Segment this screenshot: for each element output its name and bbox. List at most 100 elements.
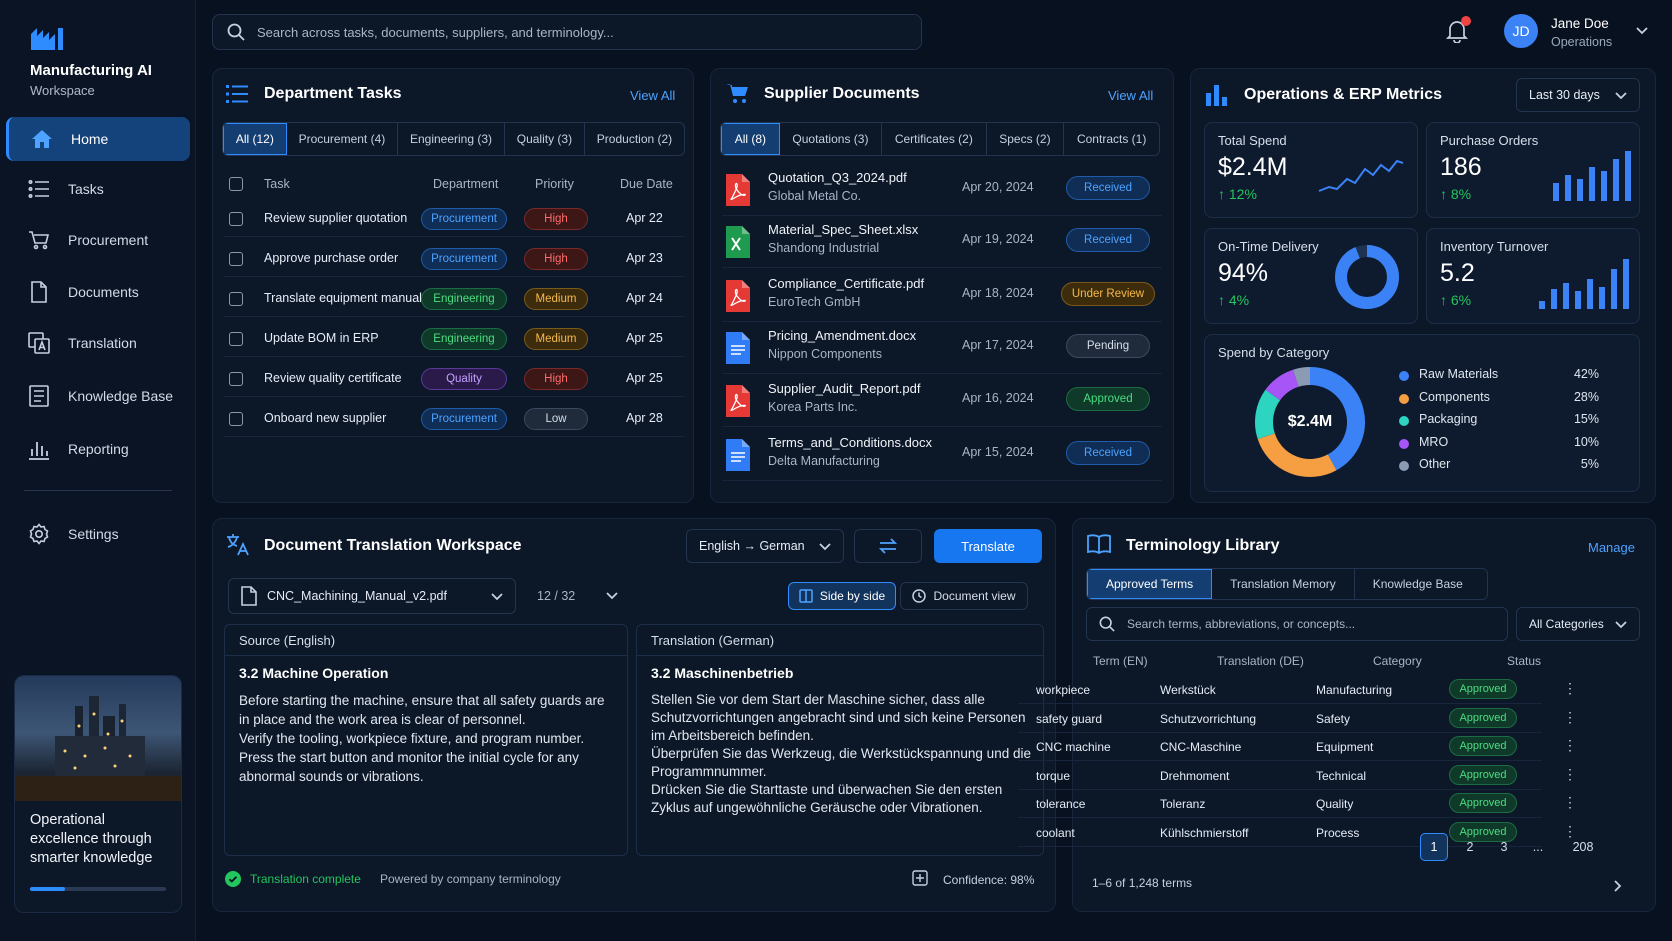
page-button-1[interactable]: 1 (1420, 833, 1448, 861)
document-name[interactable]: Material_Spec_Sheet.xlsx (768, 222, 918, 237)
page-button-3[interactable]: 3 (1490, 833, 1518, 861)
terminology-tab-1[interactable]: Translation Memory (1212, 569, 1355, 599)
page-button-2[interactable]: 2 (1456, 833, 1484, 861)
col-category: Category (1373, 654, 1422, 668)
term-category: Quality (1316, 797, 1354, 811)
document-date: Apr 19, 2024 (962, 232, 1034, 246)
terminology-tabs: Approved Terms Translation Memory Knowledg… (1086, 568, 1488, 600)
terminology-tab-2[interactable]: Knowledge Base (1355, 569, 1481, 599)
document-name[interactable]: Pricing_Amendment.docx (768, 328, 916, 343)
tasks-tab-1[interactable]: Procurement (4) (287, 123, 399, 155)
chevron-down-icon (1615, 621, 1627, 629)
term-row[interactable]: tolerance Toleranz Quality Approved ⋮ (1018, 790, 1577, 818)
page-button-[interactable]: ... (1524, 833, 1552, 861)
tasks-tab-3[interactable]: Quality (3) (505, 123, 585, 155)
pdf-file-icon (726, 174, 750, 206)
select-all-checkbox[interactable] (229, 177, 243, 191)
sidebar-item-documents[interactable]: Documents (6, 270, 190, 314)
document-name[interactable]: Quotation_Q3_2024.pdf (768, 170, 907, 185)
tasks-view-all-link[interactable]: View All (630, 88, 675, 103)
status-badge: Received (1066, 228, 1150, 252)
terminology-manage-link[interactable]: Manage (1588, 540, 1635, 555)
more-options-icon[interactable]: ⋮ (1563, 680, 1577, 697)
term-row[interactable]: torque Drehmoment Technical Approved ⋮ (1018, 762, 1577, 790)
metric-delta: ↑ 4% (1218, 292, 1250, 308)
suppliers-tab-1[interactable]: Quotations (3) (780, 123, 883, 155)
document-name[interactable]: Supplier_Audit_Report.pdf (768, 381, 921, 396)
more-options-icon[interactable]: ⋮ (1563, 737, 1577, 754)
translation-status: Translation complete (250, 872, 361, 886)
sidebar-item-label: Reporting (68, 441, 129, 457)
sidebar-item-label: Documents (68, 284, 139, 300)
status-badge: Pending (1066, 334, 1150, 358)
row-checkbox[interactable] (229, 252, 243, 266)
tasks-tab-4[interactable]: Production (2) (585, 123, 684, 155)
cart-icon (29, 231, 50, 250)
metric-label: Total Spend (1218, 133, 1287, 148)
source-text-box[interactable]: Source (English) 3.2 Machine Operation B… (224, 624, 628, 856)
more-options-icon[interactable]: ⋮ (1563, 766, 1577, 783)
row-checkbox[interactable] (229, 372, 243, 386)
promo-card: Operational excellence through smarter k… (14, 675, 182, 913)
global-search[interactable]: Search across tasks, documents, supplier… (212, 14, 922, 50)
tasks-tab-2[interactable]: Engineering (3) (398, 123, 505, 155)
term-en: workpiece (1036, 683, 1091, 697)
category-filter-value: All Categories (1529, 617, 1604, 631)
sidebar-item-translation[interactable]: Translation (6, 321, 190, 365)
term-category: Manufacturing (1316, 683, 1393, 697)
file-select[interactable]: CNC_Machining_Manual_v2.pdf (228, 578, 516, 614)
row-checkbox[interactable] (229, 212, 243, 226)
document-icon (31, 281, 47, 303)
side-by-side-toggle[interactable]: Side by side (788, 582, 896, 610)
suppliers-tab-0[interactable]: All (8) (721, 123, 780, 155)
term-row[interactable]: CNC machine CNC-Maschine Equipment Approved… (1018, 733, 1577, 761)
supplier-name: Delta Manufacturing (768, 454, 880, 468)
sidebar-item-home[interactable]: Home (6, 117, 190, 161)
terminology-tab-0[interactable]: Approved Terms (1087, 569, 1213, 599)
tasks-tab-0[interactable]: All (12) (223, 123, 287, 155)
terminology-search-input[interactable]: Search terms, abbreviations, or concepts… (1127, 617, 1355, 631)
row-checkbox[interactable] (229, 412, 243, 426)
translate-button[interactable]: Translate (934, 529, 1042, 563)
chevron-right-icon[interactable] (1614, 880, 1622, 892)
document-view-toggle[interactable]: Document view (900, 582, 1028, 610)
category-filter-select[interactable]: All Categories (1516, 607, 1640, 641)
date-range-select[interactable]: Last 30 days (1516, 78, 1640, 112)
term-row[interactable]: workpiece Werkstück Manufacturing Approved ⋮ (1018, 676, 1577, 704)
document-date: Apr 18, 2024 (962, 286, 1034, 300)
chevron-down-icon[interactable] (1636, 27, 1648, 35)
suppliers-tab-4[interactable]: Contracts (1) (1064, 123, 1159, 155)
term-row[interactable]: safety guard Schutzvorrichtung Safety Appro… (1018, 705, 1577, 733)
language-pair-select[interactable]: English → German (686, 529, 844, 563)
sidebar-item-reporting[interactable]: Reporting (6, 427, 190, 471)
file-name: CNC_Machining_Manual_v2.pdf (267, 589, 447, 603)
sidebar-item-knowledge-base[interactable]: Knowledge Base (6, 374, 190, 418)
suppliers-view-all-link[interactable]: View All (1108, 88, 1153, 103)
legend-dot (1399, 438, 1409, 449)
row-checkbox[interactable] (229, 332, 243, 346)
more-options-icon[interactable]: ⋮ (1563, 794, 1577, 811)
status-badge: Under Review (1061, 282, 1155, 306)
document-name[interactable]: Terms_and_Conditions.docx (768, 435, 932, 450)
sidebar-item-settings[interactable]: Settings (6, 512, 190, 556)
search-input[interactable]: Search across tasks, documents, supplier… (257, 25, 614, 40)
avatar[interactable]: JD (1504, 14, 1538, 48)
translation-text-box[interactable]: Translation (German) 3.2 Maschinenbetrie… (636, 624, 1044, 856)
metric-card-total-spend: Total Spend $2.4M ↑ 12% (1204, 122, 1418, 218)
chevron-down-icon (819, 543, 831, 551)
sidebar-item-tasks[interactable]: Tasks (6, 167, 190, 211)
suppliers-tab-3[interactable]: Specs (2) (987, 123, 1065, 155)
task-name: Review supplier quotation (264, 211, 408, 225)
col-department: Department (433, 177, 499, 191)
sidebar-item-procurement[interactable]: Procurement (6, 218, 190, 262)
row-checkbox[interactable] (229, 292, 243, 306)
suppliers-tab-2[interactable]: Certificates (2) (882, 123, 987, 155)
more-options-icon[interactable]: ⋮ (1563, 709, 1577, 726)
terminology-search[interactable]: Search terms, abbreviations, or concepts… (1086, 607, 1508, 641)
swap-languages-button[interactable] (854, 529, 922, 563)
document-name[interactable]: Compliance_Certificate.pdf (768, 276, 924, 291)
chevron-down-icon[interactable] (606, 592, 618, 600)
document-date: Apr 17, 2024 (962, 338, 1034, 352)
page-button-208[interactable]: 208 (1566, 833, 1600, 861)
bar-chart-icon (1206, 85, 1227, 106)
